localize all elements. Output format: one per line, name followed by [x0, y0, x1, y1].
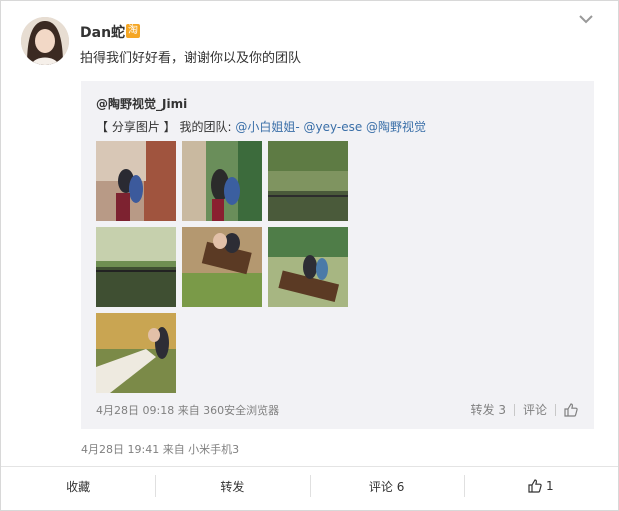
favorite-button[interactable]: 收藏 — [1, 467, 155, 505]
divider — [513, 403, 515, 416]
quoted-text-prefix: 【 分享图片 】 我的团队: — [96, 120, 236, 134]
like-button[interactable]: 1 — [463, 467, 618, 505]
chevron-down-icon[interactable] — [579, 14, 593, 24]
taobao-badge-icon[interactable]: 淘 — [126, 24, 140, 38]
mention-link[interactable]: @陶野视觉 — [366, 120, 426, 134]
author-name[interactable]: Dan蛇 — [80, 22, 125, 42]
quoted-text: 【 分享图片 】 我的团队: @小白姐姐- @yey-ese @陶野视觉 — [96, 118, 426, 135]
repost-button[interactable]: 转发 — [155, 467, 309, 505]
mention-link[interactable]: @小白姐姐- — [235, 120, 299, 134]
divider — [555, 403, 556, 416]
quoted-comment-button[interactable]: 评论 — [523, 401, 547, 418]
quoted-author[interactable]: @陶野视觉_Jimi — [96, 95, 187, 112]
post-meta: 4月28日 19:41 来自 小米手机3 — [81, 443, 240, 456]
action-bar: 收藏 转发 评论 6 1 — [1, 466, 618, 505]
like-count: 1 — [546, 479, 554, 493]
photo-thumbnail[interactable] — [96, 141, 176, 221]
favorite-label: 收藏 — [66, 479, 91, 494]
thumbs-up-icon[interactable] — [564, 402, 578, 417]
photo-thumbnail[interactable] — [268, 141, 348, 221]
photo-thumbnail[interactable] — [96, 313, 176, 393]
photo-thumbnail[interactable] — [268, 227, 348, 307]
photo-thumbnail[interactable] — [182, 227, 262, 307]
mention-link[interactable]: @yey-ese — [303, 120, 362, 134]
photo-thumbnail[interactable] — [96, 227, 176, 307]
comment-label: 评论 6 — [368, 479, 405, 494]
quoted-actions: 转发 3 评论 — [471, 401, 578, 418]
comment-button[interactable]: 评论 6 — [309, 467, 464, 505]
post-text: 拍得我们好好看，谢谢你以及你的团队 — [80, 51, 302, 66]
photo-thumbnail[interactable] — [182, 141, 262, 221]
weibo-card: Dan蛇 淘 拍得我们好好看，谢谢你以及你的团队 @陶野视觉_Jimi 【 分享… — [0, 0, 619, 511]
quoted-meta: 4月28日 09:18 来自 360安全浏览器 — [96, 404, 280, 417]
quoted-repost-button[interactable]: 转发 3 — [471, 401, 506, 418]
avatar[interactable] — [21, 17, 69, 65]
quoted-post: @陶野视觉_Jimi 【 分享图片 】 我的团队: @小白姐姐- @yey-es… — [81, 81, 594, 429]
thumbs-up-icon — [528, 479, 542, 493]
repost-label: 转发 — [220, 479, 245, 494]
